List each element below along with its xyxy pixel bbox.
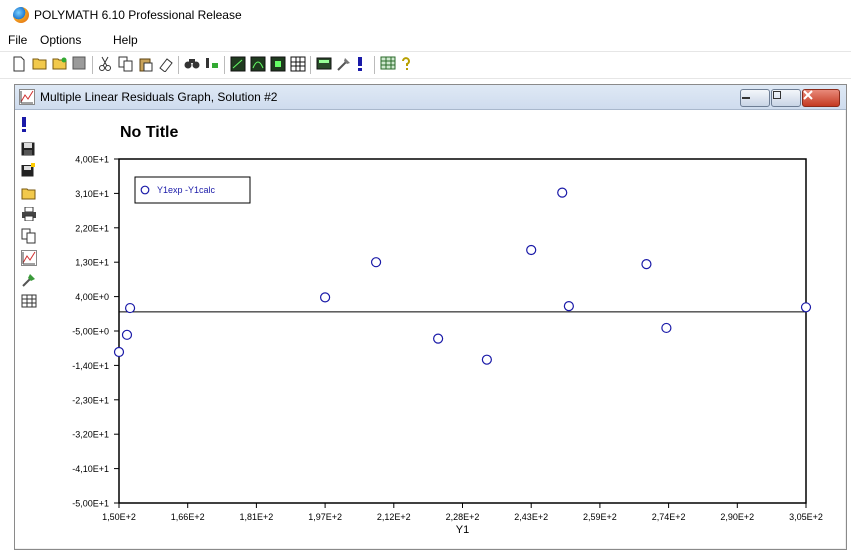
residuals-chart: No Title 4,00E+13,10E+12,20E+11,30E+14,0… <box>72 124 823 536</box>
plot-area: No Title 4,00E+1 3,10E+1 2,20E+1 1,30E+1 4,0… <box>45 110 845 548</box>
maximize-button[interactable] <box>771 89 801 107</box>
tools-icon[interactable] <box>336 56 352 72</box>
paint-icon[interactable] <box>21 272 37 288</box>
x-tick-label: 2,43E+2 <box>514 512 548 522</box>
open-example-icon[interactable] <box>52 56 68 72</box>
run-icon[interactable] <box>21 117 37 133</box>
help-icon[interactable] <box>400 56 416 72</box>
data-point <box>800 302 812 313</box>
cut-icon[interactable] <box>98 56 114 72</box>
x-tick-label: 2,12E+2 <box>377 512 411 522</box>
copy-icon[interactable] <box>21 228 37 244</box>
save-icon[interactable] <box>21 142 37 158</box>
x-tick-label: 1,97E+2 <box>308 512 342 522</box>
graph-window-icon <box>19 89 35 105</box>
x-tick-label: 3,05E+2 <box>789 512 823 522</box>
graph-side-toolbar <box>15 110 45 548</box>
data-point <box>526 244 537 256</box>
toolbar <box>0 51 851 79</box>
menu-options[interactable]: Options <box>40 33 81 47</box>
open-icon[interactable] <box>32 56 48 72</box>
close-icon <box>803 90 813 100</box>
legend[interactable]: Y1exp -Y1calc <box>134 176 251 204</box>
copy-icon[interactable] <box>118 56 134 72</box>
y-tick-label: 4,00E+0 <box>75 292 109 302</box>
y-tick-label: -5,00E+1 <box>72 499 109 509</box>
data-point <box>121 329 133 340</box>
data-point <box>320 292 331 303</box>
toolbar-separator <box>92 56 93 74</box>
menu-help[interactable]: Help <box>113 33 138 47</box>
toolbar-separator <box>178 56 179 74</box>
data-point <box>124 302 136 314</box>
menu-bar: File Options Help <box>0 30 851 50</box>
data-point <box>370 257 382 268</box>
data-point <box>433 333 444 344</box>
nonlinear-equations-icon[interactable] <box>250 56 266 72</box>
x-axis: 1,50E+2 1,66E+2 1,81E+2 1,97E+2 2,12E+2 2,28E… <box>102 503 823 522</box>
toolbar-separator <box>310 56 311 74</box>
save-as-icon[interactable] <box>21 163 37 179</box>
x-tick-label: 2,74E+2 <box>652 512 686 522</box>
y-tick-label: -3,20E+1 <box>72 430 109 440</box>
close-button[interactable] <box>802 89 840 107</box>
y-tick-label: -2,30E+1 <box>72 395 109 405</box>
unit-converter-icon[interactable] <box>380 56 396 72</box>
eraser-icon[interactable] <box>158 56 174 72</box>
graph-options-icon[interactable] <box>21 250 37 266</box>
regression-icon[interactable] <box>290 56 306 72</box>
chart-title: No Title <box>120 124 178 141</box>
toolbar-separator <box>224 56 225 74</box>
table-icon[interactable] <box>21 294 37 310</box>
data-point <box>641 259 652 270</box>
x-axis-label: Y1 <box>456 524 469 536</box>
y-tick-label: 2,20E+1 <box>75 223 109 233</box>
x-tick-label: 1,50E+2 <box>102 512 136 522</box>
x-tick-label: 2,90E+2 <box>720 512 754 522</box>
calculator-icon[interactable] <box>316 56 332 72</box>
restore-icon <box>773 91 781 99</box>
data-point <box>113 346 125 358</box>
app-title: POLYMATH 6.10 Professional Release <box>34 8 242 22</box>
new-icon[interactable] <box>12 56 28 72</box>
plot-frame <box>118 158 807 504</box>
x-tick-label: 1,66E+2 <box>171 512 205 522</box>
data-points <box>113 187 812 365</box>
app-title-bar: POLYMATH 6.10 Professional Release <box>0 0 851 28</box>
graph-window-title: Multiple Linear Residuals Graph, Solutio… <box>40 90 278 104</box>
open-icon[interactable] <box>21 186 37 202</box>
y-tick-label: 4,00E+1 <box>75 155 109 165</box>
data-point <box>661 322 672 334</box>
x-tick-label: 2,59E+2 <box>583 512 617 522</box>
print-icon[interactable] <box>21 207 37 223</box>
graph-window-title-bar: Multiple Linear Residuals Graph, Solutio… <box>15 85 846 110</box>
legend-marker <box>140 185 150 195</box>
x-tick-label: 2,28E+2 <box>446 512 480 522</box>
plot-border <box>118 158 807 504</box>
graph-window: Multiple Linear Residuals Graph, Solutio… <box>14 84 847 550</box>
minimize-button[interactable] <box>740 89 770 107</box>
y-tick-label: 1,30E+1 <box>75 258 109 268</box>
paste-icon[interactable] <box>138 56 154 72</box>
run-icon[interactable] <box>356 56 372 72</box>
replace-icon[interactable] <box>204 56 220 72</box>
save-icon[interactable] <box>72 56 88 72</box>
x-tick-label: 1,81E+2 <box>240 512 274 522</box>
menu-file[interactable]: File <box>8 33 27 47</box>
data-point <box>557 187 568 198</box>
data-point <box>563 301 574 312</box>
polymath-logo-icon <box>13 7 29 23</box>
y-tick-label: -4,10E+1 <box>72 464 109 474</box>
y-tick-label: 3,10E+1 <box>75 189 109 199</box>
toolbar-separator <box>374 56 375 74</box>
y-tick-label: -5,00E+0 <box>72 327 109 337</box>
linear-equations-icon[interactable] <box>230 56 246 72</box>
y-axis: 4,00E+1 3,10E+1 2,20E+1 1,30E+1 4,00E+0 -5,00… <box>72 155 119 509</box>
y-tick-label: -1,40E+1 <box>72 361 109 371</box>
legend-label: Y1exp -Y1calc <box>157 185 216 195</box>
differential-equations-icon[interactable] <box>270 56 286 72</box>
find-icon[interactable] <box>184 56 200 72</box>
data-point <box>481 354 492 365</box>
minimize-icon <box>742 97 750 99</box>
